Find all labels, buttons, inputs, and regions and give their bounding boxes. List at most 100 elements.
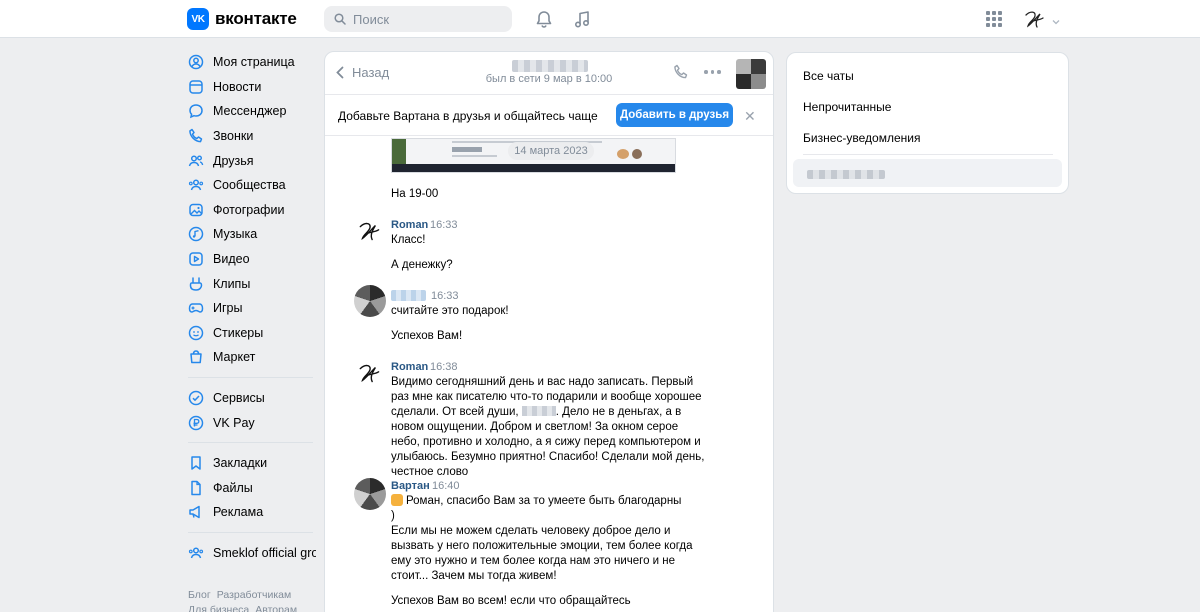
sidebar-item-label: Музыка bbox=[213, 227, 258, 242]
more-options-icon[interactable] bbox=[704, 70, 721, 74]
sidebar-item-files[interactable]: Файлы bbox=[188, 476, 316, 501]
phone-call-icon[interactable] bbox=[673, 64, 689, 83]
message-text: ) bbox=[391, 510, 395, 522]
left-sidebar: Моя страница Новости Мессенджер Звонки Друзь… bbox=[188, 50, 316, 565]
attached-image[interactable]: 14 марта 2023 bbox=[391, 138, 676, 173]
user-avatar[interactable] bbox=[1022, 7, 1048, 33]
news-icon bbox=[188, 79, 204, 95]
sidebar-item-group[interactable]: Smeklof official gro... bbox=[188, 541, 316, 566]
sidebar-item-photos[interactable]: Фотографии bbox=[188, 198, 316, 223]
sidebar-item-ads[interactable]: Реклама bbox=[188, 500, 316, 525]
sidebar-item-communities[interactable]: Сообщества bbox=[188, 173, 316, 198]
vartan-avatar[interactable] bbox=[354, 478, 386, 510]
bell-icon[interactable] bbox=[533, 8, 555, 30]
apps-grid-icon[interactable] bbox=[986, 11, 1002, 27]
message-text: Успехов Вам! bbox=[391, 330, 463, 342]
close-icon[interactable]: ✕ bbox=[744, 108, 756, 125]
message-time: 16:33 bbox=[430, 219, 458, 231]
sidebar-item-label: Видео bbox=[213, 252, 250, 267]
sidebar-item-label: Звонки bbox=[213, 129, 254, 144]
sidebar-divider bbox=[188, 376, 313, 378]
sidebar-item-label: Моя страница bbox=[213, 55, 295, 70]
sidebar-item-label: Сообщества bbox=[213, 178, 286, 193]
chat-header: Назад был в сети 9 мар в 10:00 bbox=[325, 52, 773, 95]
sidebar-item-phone[interactable]: Звонки bbox=[188, 124, 316, 149]
sidebar-item-music[interactable]: Музыка bbox=[188, 222, 316, 247]
message-author[interactable]: Вартан bbox=[391, 480, 430, 492]
filter-business[interactable]: Бизнес-уведомления bbox=[803, 131, 920, 145]
add-friend-bar: Добавьте Вартана в друзья и общайтесь ча… bbox=[325, 95, 773, 136]
message-author[interactable]: Roman bbox=[391, 361, 428, 373]
sidebar-item-games[interactable]: Игры bbox=[188, 296, 316, 321]
sidebar-item-label: Стикеры bbox=[213, 325, 264, 340]
sidebar-divider bbox=[188, 441, 313, 443]
music-note-icon[interactable] bbox=[571, 8, 593, 30]
signature-avatar-icon bbox=[1025, 11, 1044, 28]
sidebar-item-label: Реклама bbox=[213, 505, 264, 520]
sidebar-item-bookmarks[interactable]: Закладки bbox=[188, 451, 316, 476]
sidebar-item-label: Фотографии bbox=[213, 202, 285, 217]
chat-contact-name[interactable] bbox=[512, 60, 588, 72]
message-text: Успехов Вам во всем! если что обращайтес… bbox=[391, 595, 631, 607]
sidebar-item-news[interactable]: Новости bbox=[188, 75, 316, 100]
sidebar-item-label: Закладки bbox=[213, 456, 268, 471]
group-icon bbox=[188, 545, 204, 561]
vk-logo[interactable]: VK вконтакте bbox=[187, 8, 297, 30]
sidebar-item-video[interactable]: Видео bbox=[188, 247, 316, 272]
music-icon bbox=[188, 226, 204, 242]
phone-icon bbox=[188, 128, 204, 144]
footer-link-blog[interactable]: Блог bbox=[188, 589, 211, 601]
date-chip: 14 марта 2023 bbox=[508, 142, 594, 160]
message-text: А денежку? bbox=[391, 259, 453, 271]
chat-filters-panel: Все чаты Непрочитанные Бизнес-уведомлени… bbox=[786, 52, 1069, 194]
search-input[interactable]: Поиск bbox=[324, 6, 512, 32]
message-author[interactable] bbox=[391, 290, 426, 301]
message-time: 16:38 bbox=[430, 361, 458, 373]
roman-avatar[interactable] bbox=[355, 359, 385, 389]
vk-logo-text: вконтакте bbox=[215, 9, 297, 28]
market-icon bbox=[188, 349, 204, 365]
message-author[interactable]: Roman bbox=[391, 219, 428, 231]
sidebar-item-label: Сервисы bbox=[213, 391, 265, 406]
sidebar-item-vkpay[interactable]: VK Pay bbox=[188, 410, 316, 435]
footer-link-authors[interactable]: Авторам bbox=[255, 604, 297, 612]
signature-avatar-icon bbox=[359, 222, 380, 241]
sidebar-item-label: VK Pay bbox=[213, 415, 255, 430]
sidebar-item-label: Файлы bbox=[213, 480, 253, 495]
sidebar-item-label: Новости bbox=[213, 79, 262, 94]
sidebar-item-label: Smeklof official gro... bbox=[213, 545, 316, 560]
ads-icon bbox=[188, 504, 204, 520]
sidebar-item-services[interactable]: Сервисы bbox=[188, 386, 316, 411]
bookmarks-icon bbox=[188, 455, 204, 471]
vartan-avatar[interactable] bbox=[354, 285, 386, 317]
message-text: считайте это подарок! bbox=[391, 305, 509, 317]
add-friend-button[interactable]: Добавить в друзья bbox=[616, 103, 733, 127]
vk-logo-icon: VK bbox=[187, 8, 209, 30]
roman-avatar[interactable] bbox=[355, 217, 385, 247]
signature-avatar-icon bbox=[359, 364, 380, 383]
contact-avatar[interactable] bbox=[736, 59, 766, 89]
sidebar-item-label: Игры bbox=[213, 301, 243, 316]
sidebar-item-friends[interactable]: Друзья bbox=[188, 148, 316, 173]
message-time: 16:40 bbox=[432, 480, 460, 492]
footer-link-dev[interactable]: Разработчикам bbox=[217, 589, 292, 601]
blurred-chat-name bbox=[807, 170, 885, 179]
sidebar-divider bbox=[188, 531, 313, 533]
sidebar-item-label: Мессенджер bbox=[213, 104, 287, 119]
selected-chat-item[interactable] bbox=[793, 159, 1062, 187]
sidebar-item-market[interactable]: Маркет bbox=[188, 345, 316, 370]
sidebar-item-clips[interactable]: Клипы bbox=[188, 271, 316, 296]
sidebar-item-messenger[interactable]: Мессенджер bbox=[188, 99, 316, 124]
sidebar-item-profile[interactable]: Моя страница bbox=[188, 50, 316, 75]
filter-unread[interactable]: Непрочитанные bbox=[803, 100, 891, 114]
filter-all-chats[interactable]: Все чаты bbox=[803, 69, 854, 83]
sidebar-item-label: Друзья bbox=[213, 153, 254, 168]
footer-link-business[interactable]: Для бизнеса bbox=[188, 604, 249, 612]
sidebar-item-stickers[interactable]: Стикеры bbox=[188, 321, 316, 346]
panel-divider bbox=[803, 154, 1053, 155]
message-text: Если мы не можем сделать человеку доброе… bbox=[391, 525, 693, 582]
friends-icon bbox=[188, 153, 204, 169]
message-time: 16:33 bbox=[431, 290, 459, 302]
chevron-down-icon[interactable] bbox=[1052, 13, 1060, 28]
search-icon bbox=[334, 13, 346, 25]
